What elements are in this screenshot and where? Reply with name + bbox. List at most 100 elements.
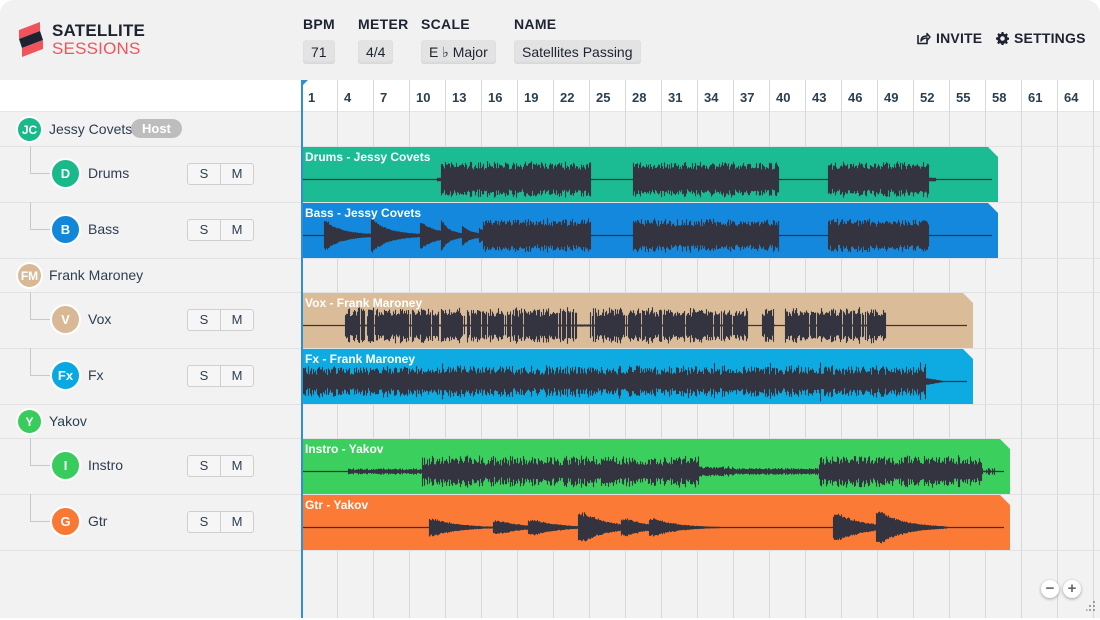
mute-button[interactable]: M xyxy=(220,512,253,532)
solo-button[interactable]: S xyxy=(188,220,220,240)
ruler-tick: 46 xyxy=(841,80,862,112)
mute-button[interactable]: M xyxy=(220,456,253,476)
bar-number: 7 xyxy=(380,90,388,105)
ruler-tick: 13 xyxy=(445,80,466,112)
solo-button[interactable]: S xyxy=(188,366,220,386)
tree-connector xyxy=(30,202,52,230)
ruler-tick: 61 xyxy=(1021,80,1042,112)
track-avatar: Fx xyxy=(50,360,81,391)
track-avatar: B xyxy=(50,214,81,245)
track-avatar: I xyxy=(50,450,81,481)
gear-icon xyxy=(996,31,1009,45)
settings-button[interactable]: SETTINGS xyxy=(996,30,1086,46)
audio-clip-gtr[interactable]: Gtr - Yakov xyxy=(301,495,1010,550)
bar-number: 31 xyxy=(668,90,683,105)
mute-button[interactable]: M xyxy=(220,220,253,240)
track-name: Gtr xyxy=(88,513,108,529)
bar-number: 25 xyxy=(596,90,611,105)
solo-mute-group: SM xyxy=(187,309,254,331)
resize-handle-icon[interactable] xyxy=(1086,600,1096,612)
ruler-tick: 55 xyxy=(949,80,970,112)
clip-label: Vox - Frank Maroney xyxy=(305,296,423,310)
track-row-drums: D Drums S M xyxy=(0,146,301,202)
ruler-tick: 58 xyxy=(985,80,1006,112)
tree-connector xyxy=(30,348,52,376)
track-row-instro: I Instro S M xyxy=(0,438,301,494)
tree-connector xyxy=(30,292,52,320)
waveform xyxy=(301,455,1004,488)
track-avatar: V xyxy=(50,304,81,335)
waveform xyxy=(301,511,1004,544)
audio-clip-drums[interactable]: Drums - Jessy Covets xyxy=(301,147,998,202)
ruler-spacer xyxy=(0,80,301,112)
solo-mute-group: SM xyxy=(187,365,254,387)
scale-field: SCALE E ♭ Major xyxy=(421,16,496,64)
mute-button[interactable]: M xyxy=(220,164,253,184)
solo-mute-group: SM xyxy=(187,219,254,241)
clip-label: Gtr - Yakov xyxy=(305,498,369,512)
zoom-out-button[interactable]: − xyxy=(1041,580,1059,598)
ruler-tick: 19 xyxy=(517,80,538,112)
bar-number: 4 xyxy=(344,90,352,105)
bpm-input[interactable]: 71 xyxy=(303,40,335,64)
mute-button[interactable]: M xyxy=(220,310,253,330)
grid-line xyxy=(1057,112,1058,618)
bar-number: 22 xyxy=(560,90,575,105)
name-field: NAME Satellites Passing xyxy=(514,16,641,64)
clip-label: Instro - Yakov xyxy=(305,442,384,456)
track-row-gtr: G Gtr S M xyxy=(0,494,301,550)
tree-connector xyxy=(30,146,52,174)
user-avatar: FM xyxy=(16,262,43,289)
bar-number: 46 xyxy=(848,90,863,105)
ruler-tick: 7 xyxy=(373,80,387,112)
track-avatar: G xyxy=(50,506,81,537)
track-name: Bass xyxy=(88,221,120,237)
meter-input[interactable]: 4/4 xyxy=(358,40,394,64)
solo-button[interactable]: S xyxy=(188,164,220,184)
bar-number: 64 xyxy=(1064,90,1079,105)
ruler-tick: 52 xyxy=(913,80,934,112)
ruler-tick xyxy=(1093,80,1094,112)
ruler-tick: 34 xyxy=(697,80,718,112)
tree-connector xyxy=(30,438,52,466)
solo-button[interactable]: S xyxy=(188,310,220,330)
track-name: Fx xyxy=(88,367,104,383)
tree-connector xyxy=(30,494,52,522)
bar-number: 43 xyxy=(812,90,827,105)
bar-number: 28 xyxy=(632,90,647,105)
ruler-tick: 31 xyxy=(661,80,682,112)
solo-button[interactable]: S xyxy=(188,456,220,476)
ruler-tick: 64 xyxy=(1057,80,1078,112)
meter-field: METER 4/4 xyxy=(358,16,409,64)
invite-button[interactable]: INVITE xyxy=(916,30,982,46)
user-name: Yakov xyxy=(49,413,87,429)
host-badge: Host xyxy=(131,119,182,138)
ruler-tick: 28 xyxy=(625,80,646,112)
playhead[interactable] xyxy=(301,80,303,618)
brand-name: SATELLITE SESSIONS xyxy=(52,21,146,58)
audio-clip-fx[interactable]: Fx - Frank Maroney xyxy=(301,349,973,404)
user-avatar: Y xyxy=(16,408,43,435)
scale-input[interactable]: E ♭ Major xyxy=(421,40,496,64)
track-name: Drums xyxy=(88,165,130,181)
ruler-tick: 16 xyxy=(481,80,502,112)
user-row: Y Yakov xyxy=(0,404,301,438)
ruler-tick: 49 xyxy=(877,80,898,112)
name-input[interactable]: Satellites Passing xyxy=(514,40,641,64)
audio-clip-instro[interactable]: Instro - Yakov xyxy=(301,439,1010,494)
playhead-flag[interactable] xyxy=(301,80,308,87)
bar-number: 10 xyxy=(416,90,431,105)
clip-label: Fx - Frank Maroney xyxy=(305,352,416,366)
timeline-ruler[interactable]: 1 4 7 10 13 16 19 22 25 28 31 34 37 40 43 46 49 52 55 58 61 6… xyxy=(301,80,1100,112)
bar-number: 16 xyxy=(488,90,503,105)
ruler-tick: 40 xyxy=(769,80,790,112)
audio-clip-bass[interactable]: Bass - Jessy Covets xyxy=(301,203,998,258)
mute-button[interactable]: M xyxy=(220,366,253,386)
track-row-fx: Fx Fx S M xyxy=(0,348,301,404)
ruler-tick: 4 xyxy=(337,80,351,112)
solo-button[interactable]: S xyxy=(188,512,220,532)
clip-label: Drums - Jessy Covets xyxy=(305,150,431,164)
zoom-in-button[interactable]: + xyxy=(1063,580,1081,598)
bar-number: 58 xyxy=(992,90,1007,105)
audio-clip-vox[interactable]: Vox - Frank Maroney xyxy=(301,293,973,348)
